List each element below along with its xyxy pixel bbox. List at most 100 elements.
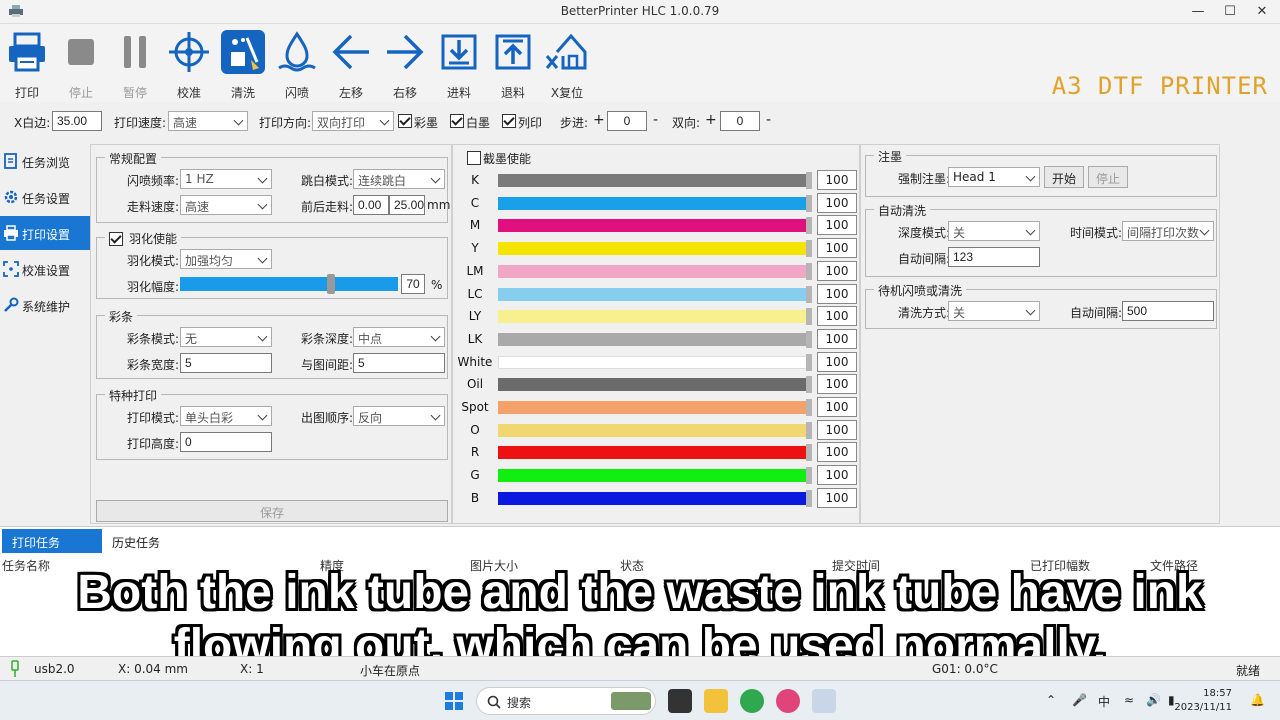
ink-level-slider-thumb[interactable]: [806, 399, 812, 416]
ink-level-input[interactable]: 100: [817, 215, 857, 236]
ime-indicator[interactable]: 中: [1098, 693, 1110, 710]
idle-interval-input[interactable]: 500: [1122, 301, 1214, 321]
feed-forward-input[interactable]: 0.00: [353, 195, 389, 215]
sidebar-item-print-settings[interactable]: 打印设置: [0, 216, 90, 250]
ink-level-input[interactable]: 100: [817, 487, 857, 508]
x-home-button[interactable]: X复位: [540, 30, 594, 100]
ink-level-input[interactable]: 100: [817, 328, 857, 349]
wifi-icon[interactable]: ≈: [1124, 693, 1134, 707]
ink-level-slider-thumb[interactable]: [806, 444, 812, 462]
sidebar-item-task-browse[interactable]: 任务浏览: [0, 144, 90, 178]
ink-level-bar[interactable]: [498, 401, 808, 414]
clean-button[interactable]: 清洗: [216, 30, 270, 100]
ink-level-bar[interactable]: [498, 196, 808, 210]
ink-level-slider-thumb[interactable]: [806, 353, 812, 371]
feed-speed-select[interactable]: 高速: [180, 195, 272, 215]
direction-select[interactable]: 双向打印: [312, 111, 394, 131]
ink-level-input[interactable]: 100: [817, 306, 857, 327]
printer-app-taskbar-icon[interactable]: [812, 689, 836, 713]
print-button[interactable]: 打印: [0, 30, 54, 100]
ink-level-input[interactable]: 100: [817, 374, 857, 395]
windows-start-icon[interactable]: [442, 689, 466, 713]
feather-mode-select[interactable]: 加强均匀: [180, 249, 272, 269]
color-bar-width-input[interactable]: 5: [180, 353, 272, 373]
inject-stop-button[interactable]: 停止: [1088, 166, 1128, 188]
ink-level-bar[interactable]: [498, 219, 808, 233]
save-button[interactable]: 保存: [96, 500, 448, 522]
ink-level-bar[interactable]: [498, 469, 808, 483]
flash-freq-select[interactable]: 1 HZ: [180, 169, 272, 189]
feed-in-button[interactable]: 进料: [432, 30, 486, 100]
task-view-icon[interactable]: [668, 689, 692, 713]
sidebar-item-system-maintenance[interactable]: 系统维护: [0, 288, 90, 322]
auto-interval-input[interactable]: 123: [948, 247, 1040, 267]
bidir-plus-button[interactable]: +: [705, 112, 717, 128]
ink-level-slider-thumb[interactable]: [806, 172, 812, 189]
ink-level-input[interactable]: 100: [817, 192, 857, 213]
clean-method-select[interactable]: 关: [948, 301, 1040, 321]
ink-level-input[interactable]: 100: [817, 397, 857, 417]
bidir-input[interactable]: 0: [720, 111, 760, 131]
head-select[interactable]: Head 1: [948, 167, 1040, 187]
ink-level-slider-thumb[interactable]: [806, 308, 812, 326]
ink-level-slider-thumb[interactable]: [806, 376, 812, 394]
column-print-checkbox[interactable]: [502, 114, 516, 128]
inject-start-button[interactable]: 开始: [1044, 166, 1084, 188]
speed-select[interactable]: 高速: [168, 111, 248, 131]
ink-level-bar[interactable]: [498, 264, 808, 278]
ink-level-bar[interactable]: [498, 174, 808, 187]
time-mode-select[interactable]: 间隔打印次数: [1122, 221, 1214, 241]
color-bar-gap-input[interactable]: 5: [353, 353, 445, 373]
feed-backward-input[interactable]: 25.00: [389, 195, 425, 215]
notification-icon[interactable]: 🔔: [1250, 693, 1265, 707]
feather-amp-slider[interactable]: [180, 277, 398, 291]
ink-level-bar[interactable]: [498, 310, 808, 324]
color-bar-depth-select[interactable]: 中点: [353, 327, 445, 347]
output-order-select[interactable]: 反向: [353, 406, 445, 426]
move-left-button[interactable]: 左移: [324, 30, 378, 100]
tab-history-tasks[interactable]: 历史任务: [102, 529, 202, 553]
ink-level-slider-thumb[interactable]: [806, 217, 812, 235]
ink-level-input[interactable]: 100: [817, 351, 857, 372]
tray-chevron-icon[interactable]: ⌃: [1046, 693, 1056, 707]
feather-enable-checkbox[interactable]: [109, 231, 123, 246]
ink-level-slider-thumb[interactable]: [806, 240, 812, 258]
maximize-icon[interactable]: ☐: [1216, 2, 1244, 22]
color-ink-checkbox[interactable]: [398, 114, 412, 128]
ink-level-slider-thumb[interactable]: [806, 194, 812, 212]
tab-print-tasks[interactable]: 打印任务: [2, 529, 102, 553]
flash-spray-button[interactable]: 闪喷: [270, 30, 324, 100]
taskbar-search-box[interactable]: 搜索: [476, 687, 656, 715]
ink-level-slider-thumb[interactable]: [806, 330, 812, 348]
taskbar-clock[interactable]: 18:57 2023/11/11: [1174, 687, 1232, 715]
step-plus-button[interactable]: +: [593, 112, 605, 128]
color-bar-mode-select[interactable]: 无: [180, 327, 272, 347]
calibrate-button[interactable]: 校准: [162, 30, 216, 100]
ink-level-bar[interactable]: [498, 355, 808, 369]
feather-amp-slider-thumb[interactable]: [327, 274, 335, 294]
depth-mode-select[interactable]: 关: [948, 221, 1040, 241]
ink-level-input[interactable]: 100: [817, 170, 857, 190]
volume-icon[interactable]: 🔊: [1146, 693, 1161, 707]
ink-level-bar[interactable]: [498, 332, 808, 346]
browser-icon[interactable]: [740, 689, 764, 713]
white-ink-checkbox[interactable]: [450, 114, 464, 128]
x-margin-input[interactable]: 35.00: [52, 111, 102, 131]
pause-button[interactable]: 暂停: [108, 30, 162, 100]
ink-level-slider-thumb[interactable]: [806, 262, 812, 280]
special-mode-select[interactable]: 单头白彩: [180, 406, 272, 426]
sidebar-item-task-settings[interactable]: 任务设置: [0, 180, 90, 214]
move-right-button[interactable]: 右移: [378, 30, 432, 100]
ink-level-bar[interactable]: [498, 491, 808, 505]
bidir-minus-button[interactable]: -: [766, 112, 771, 128]
stop-button[interactable]: 停止: [54, 30, 108, 100]
minimize-icon[interactable]: —: [1184, 2, 1212, 22]
ink-level-slider-thumb[interactable]: [806, 285, 812, 303]
ink-level-input[interactable]: 100: [817, 283, 857, 304]
microphone-icon[interactable]: 🎤: [1072, 693, 1087, 707]
ink-level-bar[interactable]: [498, 242, 808, 256]
ink-level-slider-thumb[interactable]: [806, 467, 812, 485]
feather-amp-input[interactable]: 70: [401, 274, 425, 294]
color-app-icon[interactable]: [776, 689, 800, 713]
ink-level-input[interactable]: 100: [817, 465, 857, 486]
